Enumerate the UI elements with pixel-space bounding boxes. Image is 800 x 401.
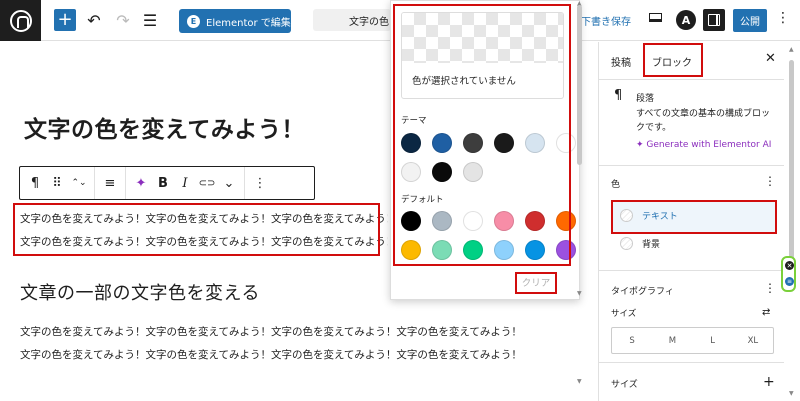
popover-scrollbar[interactable] (577, 5, 582, 165)
typography-options-icon[interactable]: ⋮ (764, 281, 776, 295)
add-block-button[interactable]: + (54, 9, 76, 31)
wordpress-logo-icon[interactable] (0, 0, 41, 41)
font-size-segmented-control: S M L XL (611, 327, 774, 354)
size-section-title: サイズ (611, 380, 638, 390)
chevron-down-icon[interactable]: ⌄ (218, 171, 240, 195)
color-background-label: 背景 (642, 239, 661, 250)
preview-icon[interactable] (649, 13, 662, 22)
sidebar-scroll-up-icon[interactable]: ▲ (789, 46, 794, 53)
tab-highlight-box (643, 43, 703, 77)
post-heading[interactable]: 文字の色を変えてみよう！ (24, 110, 305, 144)
tab-post[interactable]: 投稿 (611, 54, 631, 69)
color-background-item[interactable]: 背景 (614, 231, 774, 255)
text-color-highlight-box (611, 200, 777, 234)
drag-handle-icon[interactable]: ⠿ (46, 171, 68, 195)
align-icon[interactable]: ≡ (99, 171, 121, 195)
divider (598, 362, 784, 363)
typography-section-title: タイポグラフィ (611, 287, 674, 297)
block-name: 段落 (636, 94, 655, 104)
size-option-l[interactable]: L (693, 328, 733, 353)
sub-heading[interactable]: 文章の一部の文字色を変える (20, 279, 260, 305)
sparkle-icon: ✦ (636, 140, 647, 150)
settings-sidebar-icon[interactable] (703, 9, 725, 31)
custom-size-icon[interactable]: ⇄ (762, 307, 770, 318)
sidebar-scrollbar[interactable] (789, 60, 794, 270)
block-description: すべての文章の基本の構成ブロックです。 (636, 109, 771, 133)
document-title-bar[interactable]: 文字の色 (313, 9, 391, 31)
color-options-icon[interactable]: ⋮ (764, 174, 776, 188)
block-toolbar: ¶ ⠿ ⌃⌄ ≡ ✦ B I ⊂⊃ ⌄ ⋮ (19, 166, 315, 200)
divider (598, 270, 784, 271)
generate-with-ai-link[interactable]: ✦ Generate with Elementor AI (636, 140, 771, 150)
widget-elementor-icon[interactable]: ≡ (785, 277, 794, 286)
move-up-down-icon[interactable]: ⌃⌄ (68, 171, 90, 195)
divider (598, 165, 784, 166)
redo-icon[interactable]: ↷ (114, 9, 132, 31)
more-options-icon[interactable]: ⋮ (776, 10, 790, 26)
floating-widget[interactable]: ✕ ≡ (781, 256, 796, 292)
size-option-m[interactable]: M (652, 328, 692, 353)
ai-sparkle-icon[interactable]: ✦ (130, 171, 152, 195)
color-section-title: 色 (611, 180, 621, 190)
bold-button[interactable]: B (152, 171, 174, 195)
publish-button[interactable]: 公開 (733, 9, 767, 32)
elementor-button-label: Elementor で編集 (206, 17, 291, 29)
list-view-icon[interactable]: ☰ (141, 9, 159, 31)
edit-with-elementor-button[interactable]: E Elementor で編集 (179, 9, 291, 33)
sidebar-scroll-down-icon[interactable]: ▼ (789, 390, 794, 397)
size-option-xl[interactable]: XL (733, 328, 773, 353)
canvas-scroll-down-icon[interactable]: ▼ (577, 378, 582, 385)
paragraph-line[interactable]: 文字の色を変えてみよう！文字の色を変えてみよう！文字の色を変えてみよう！文字の色… (20, 324, 522, 339)
popover-scroll-down-icon[interactable]: ▼ (577, 290, 582, 297)
undo-icon[interactable]: ↶ (85, 9, 103, 31)
color-indicator-icon (620, 236, 633, 250)
generate-ai-label: Generate with Elementor AI (646, 140, 772, 150)
add-size-icon[interactable]: + (763, 374, 775, 390)
block-more-icon[interactable]: ⋮ (249, 171, 271, 195)
close-icon[interactable]: ✕ (765, 51, 776, 66)
size-option-s[interactable]: S (612, 328, 652, 353)
clear-highlight-box (515, 272, 557, 294)
elementor-icon: E (187, 14, 200, 28)
ai-assistant-icon[interactable]: A (676, 10, 696, 30)
link-icon[interactable]: ⊂⊃ (196, 171, 218, 195)
popover-highlight-box (393, 4, 571, 266)
paragraph-line[interactable]: 文字の色を変えてみよう！文字の色を変えてみよう！文字の色を変えてみよう！文字の色… (20, 347, 522, 362)
paragraph-block-icon: ¶ (614, 88, 623, 103)
selected-paragraph-highlight (13, 203, 380, 256)
size-label: サイズ (611, 309, 637, 319)
save-draft-button[interactable]: 下書き保存 (581, 13, 631, 28)
paragraph-icon[interactable]: ¶ (24, 171, 46, 195)
italic-button[interactable]: I (174, 171, 196, 195)
widget-close-icon[interactable]: ✕ (785, 261, 794, 270)
